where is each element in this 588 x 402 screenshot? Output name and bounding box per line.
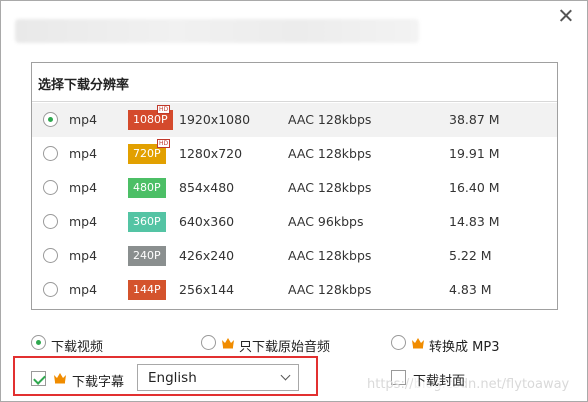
audio-text: AAC 128kbps [288,180,372,195]
size-text: 19.91 M [449,146,500,161]
selected-language: English [148,370,197,386]
chevron-down-icon [280,370,291,381]
subtitle-language-select[interactable]: English [137,364,299,391]
option-audio-only[interactable]: 只下载原始音频 [201,334,361,355]
audio-text: AAC 96kbps [288,214,364,229]
resolution-row[interactable]: mp4 720P HD 1280x720 AAC 128kbps 19.91 M [32,137,557,171]
format-text: mp4 [69,214,98,229]
format-text: mp4 [69,146,98,161]
cover-label: 下载封面 [413,370,466,389]
size-text: 16.40 M [449,180,500,195]
hd-tag: HD [157,105,171,114]
format-text: mp4 [69,112,98,127]
resolution-row[interactable]: mp4 1080P HD 1920x1080 AAC 128kbps 38.87… [32,103,557,137]
crown-icon [54,373,66,384]
quality-badge: 360P [128,212,166,232]
panel-title: 选择下载分辨率 [38,78,130,93]
option-download-video[interactable]: 下载视频 [31,334,131,355]
radio-button[interactable] [43,214,58,229]
close-icon[interactable] [557,7,575,25]
resolution-row[interactable]: mp4 144P 256x144 AAC 128kbps 4.83 M [32,273,557,307]
radio-button[interactable] [43,112,58,127]
watermark: https://blog.csdn.net/flytoaway [367,377,570,392]
format-text: mp4 [69,180,98,195]
audio-text: AAC 128kbps [288,282,372,297]
radio-button[interactable] [43,146,58,161]
audio-text: AAC 128kbps [288,112,372,127]
panel-header: 选择下载分辨率 [32,63,557,102]
resolution-row[interactable]: mp4 240P 426x240 AAC 128kbps 5.22 M [32,239,557,273]
size-text: 5.22 M [449,248,492,263]
audio-text: AAC 128kbps [288,248,372,263]
download-dialog: 选择下载分辨率 mp4 1080P HD 1920x1080 AAC 128kb… [0,0,588,402]
audio-text: AAC 128kbps [288,146,372,161]
resolution-text: 256x144 [179,282,235,297]
resolution-text: 854x480 [179,180,235,195]
resolution-text: 1920x1080 [179,112,251,127]
subtitle-label: 下载字幕 [72,375,125,390]
crown-icon [412,338,424,349]
blurred-title [15,19,419,43]
radio-button[interactable] [31,335,46,350]
size-text: 4.83 M [449,282,492,297]
option-label: 下载视频 [51,340,104,355]
option-convert-mp3[interactable]: 转换成 MP3 [391,334,531,355]
size-text: 38.87 M [449,112,500,127]
resolution-text: 426x240 [179,248,235,263]
radio-button[interactable] [43,248,58,263]
quality-badge: 240P [128,246,166,266]
quality-badge: 480P [128,178,166,198]
radio-button[interactable] [201,335,216,350]
hd-tag: HD [157,139,171,148]
subtitle-highlight: 下载字幕 English [13,356,318,396]
subtitle-checkbox[interactable] [31,371,46,386]
format-text: mp4 [69,248,98,263]
format-text: mp4 [69,282,98,297]
resolution-row[interactable]: mp4 480P 854x480 AAC 128kbps 16.40 M [32,171,557,205]
resolution-row[interactable]: mp4 360P 640x360 AAC 96kbps 14.83 M [32,205,557,239]
size-text: 14.83 M [449,214,500,229]
radio-button[interactable] [43,282,58,297]
quality-badge: 144P [128,280,166,300]
option-label: 转换成 MP3 [429,340,500,355]
resolution-text: 640x360 [179,214,235,229]
option-label: 只下载原始音频 [239,340,331,355]
radio-button[interactable] [43,180,58,195]
radio-button[interactable] [391,335,406,350]
resolution-panel: 选择下载分辨率 mp4 1080P HD 1920x1080 AAC 128kb… [31,62,558,310]
resolution-text: 1280x720 [179,146,243,161]
crown-icon [222,338,234,349]
